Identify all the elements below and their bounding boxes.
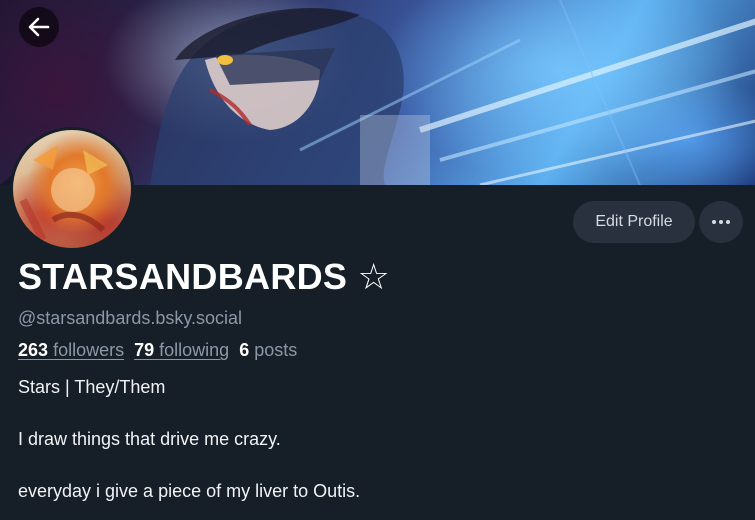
- profile-stats: 263 followers 79 following 6 posts: [18, 340, 297, 361]
- following-count: 79: [134, 340, 155, 360]
- posts-count: 6: [239, 340, 250, 360]
- followers-count: 263: [18, 340, 49, 360]
- avatar-artwork: [19, 145, 108, 242]
- profile-handle: @starsandbards.bsky.social: [18, 308, 243, 328]
- bio-line: everyday i give a piece of my liver to O…: [18, 481, 361, 501]
- bio-line: I draw things that drive me crazy.: [18, 429, 281, 449]
- arrow-left-icon: [28, 17, 50, 37]
- ellipsis-icon: [712, 220, 730, 224]
- followers-label: followers: [53, 340, 125, 360]
- back-button[interactable]: [19, 7, 59, 47]
- display-name: STARSANDBARDS ☆: [18, 256, 391, 297]
- posts-stat: 6 posts: [239, 340, 297, 360]
- following-link[interactable]: 79 following: [134, 340, 229, 360]
- followers-link[interactable]: 263 followers: [18, 340, 124, 360]
- more-options-button[interactable]: [699, 201, 743, 243]
- bio-line: Stars | They/Them: [18, 377, 166, 397]
- following-label: following: [159, 340, 230, 360]
- avatar[interactable]: [10, 127, 134, 251]
- posts-label: posts: [254, 340, 298, 360]
- profile-page: Edit Profile STARSANDBARDS ☆ @starsandba…: [0, 0, 755, 520]
- edit-profile-button[interactable]: Edit Profile: [573, 201, 695, 243]
